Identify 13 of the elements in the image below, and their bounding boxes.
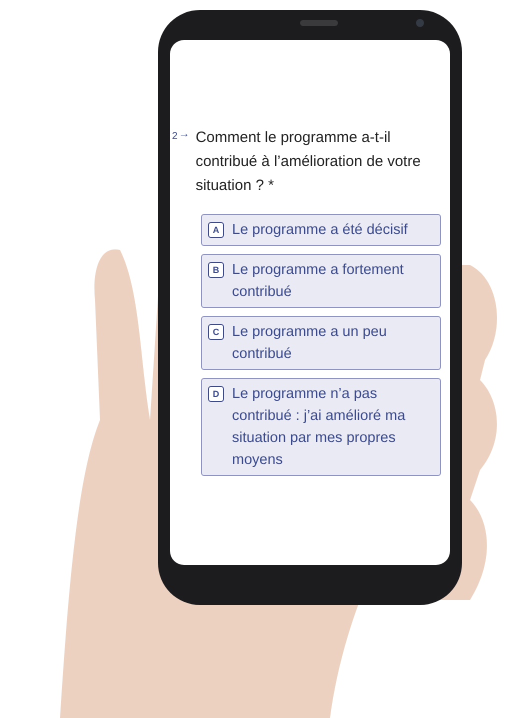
arrow-icon: → xyxy=(178,128,190,140)
option-key: D xyxy=(208,386,224,402)
answer-option[interactable]: D Le programme n’a pas contribué : j’ai amélioré ma situation par mes propres moyens xyxy=(201,378,441,476)
option-key: A xyxy=(208,222,224,238)
answer-option[interactable]: A Le programme a été décisif xyxy=(201,214,441,246)
speaker-grille-icon xyxy=(300,20,338,26)
answer-option[interactable]: C Le programme a un peu contribué xyxy=(201,316,441,370)
camera-icon xyxy=(416,19,424,27)
option-key: C xyxy=(208,324,224,340)
question-text: Comment le programme a-t-il contribué à l’amélioration de votre situation ? * xyxy=(196,128,422,196)
question-number: 2 xyxy=(172,131,178,142)
answer-option[interactable]: B Le programme a fortement contribué xyxy=(201,254,441,308)
option-key: B xyxy=(208,262,224,278)
